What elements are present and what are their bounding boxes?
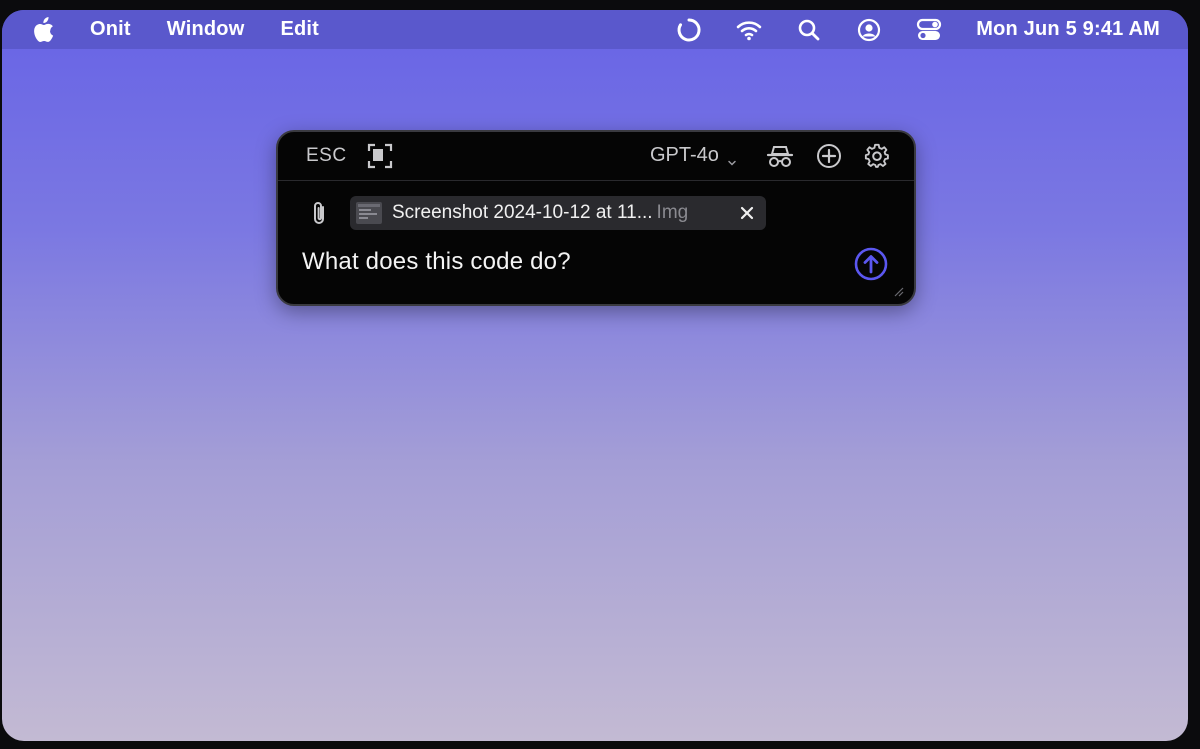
desktop: Onit Window Edit Mon Jun 5 9:41 AM ESC G… xyxy=(2,10,1188,741)
model-label: GPT-4o xyxy=(650,144,719,166)
wifi-icon[interactable] xyxy=(736,17,762,43)
menu-onit[interactable]: Onit xyxy=(90,18,131,41)
esc-button[interactable]: ESC xyxy=(306,145,347,167)
loading-spinner-icon[interactable] xyxy=(676,17,702,43)
user-account-icon[interactable] xyxy=(856,17,882,43)
menu-edit[interactable]: Edit xyxy=(280,18,319,41)
attachment-name: Screenshot 2024-10-12 at 11... xyxy=(392,202,653,223)
control-center-icon[interactable] xyxy=(916,17,942,43)
search-icon[interactable] xyxy=(796,17,822,43)
send-arrow-up-icon[interactable] xyxy=(854,247,888,281)
chevron-down-icon xyxy=(727,151,737,166)
paperclip-icon[interactable] xyxy=(308,200,332,228)
incognito-icon[interactable] xyxy=(766,142,794,170)
new-chat-plus-icon[interactable] xyxy=(815,142,843,170)
attachment-type: Img xyxy=(656,202,689,223)
menu-bar: Onit Window Edit Mon Jun 5 9:41 AM xyxy=(2,10,1188,49)
image-thumbnail-icon xyxy=(356,202,382,224)
menu-bar-clock[interactable]: Mon Jun 5 9:41 AM xyxy=(976,18,1160,41)
menu-window[interactable]: Window xyxy=(167,18,245,41)
attachment-chip[interactable]: Screenshot 2024-10-12 at 11... Img xyxy=(350,196,766,230)
onit-prompt-panel: ESC GPT-4o Screenshot 2024-10-12 at 11..… xyxy=(276,130,916,306)
panel-toolbar: ESC GPT-4o xyxy=(278,132,914,181)
model-selector[interactable]: GPT-4o xyxy=(650,144,737,167)
attachment-row: Screenshot 2024-10-12 at 11... Img xyxy=(278,196,914,232)
resize-handle-icon[interactable] xyxy=(892,284,904,297)
close-icon[interactable] xyxy=(738,204,756,222)
prompt-input[interactable]: What does this code do? xyxy=(302,248,571,276)
apple-logo-icon[interactable] xyxy=(32,16,54,43)
settings-gear-icon[interactable] xyxy=(863,142,891,170)
screen-region-icon[interactable] xyxy=(367,143,393,169)
